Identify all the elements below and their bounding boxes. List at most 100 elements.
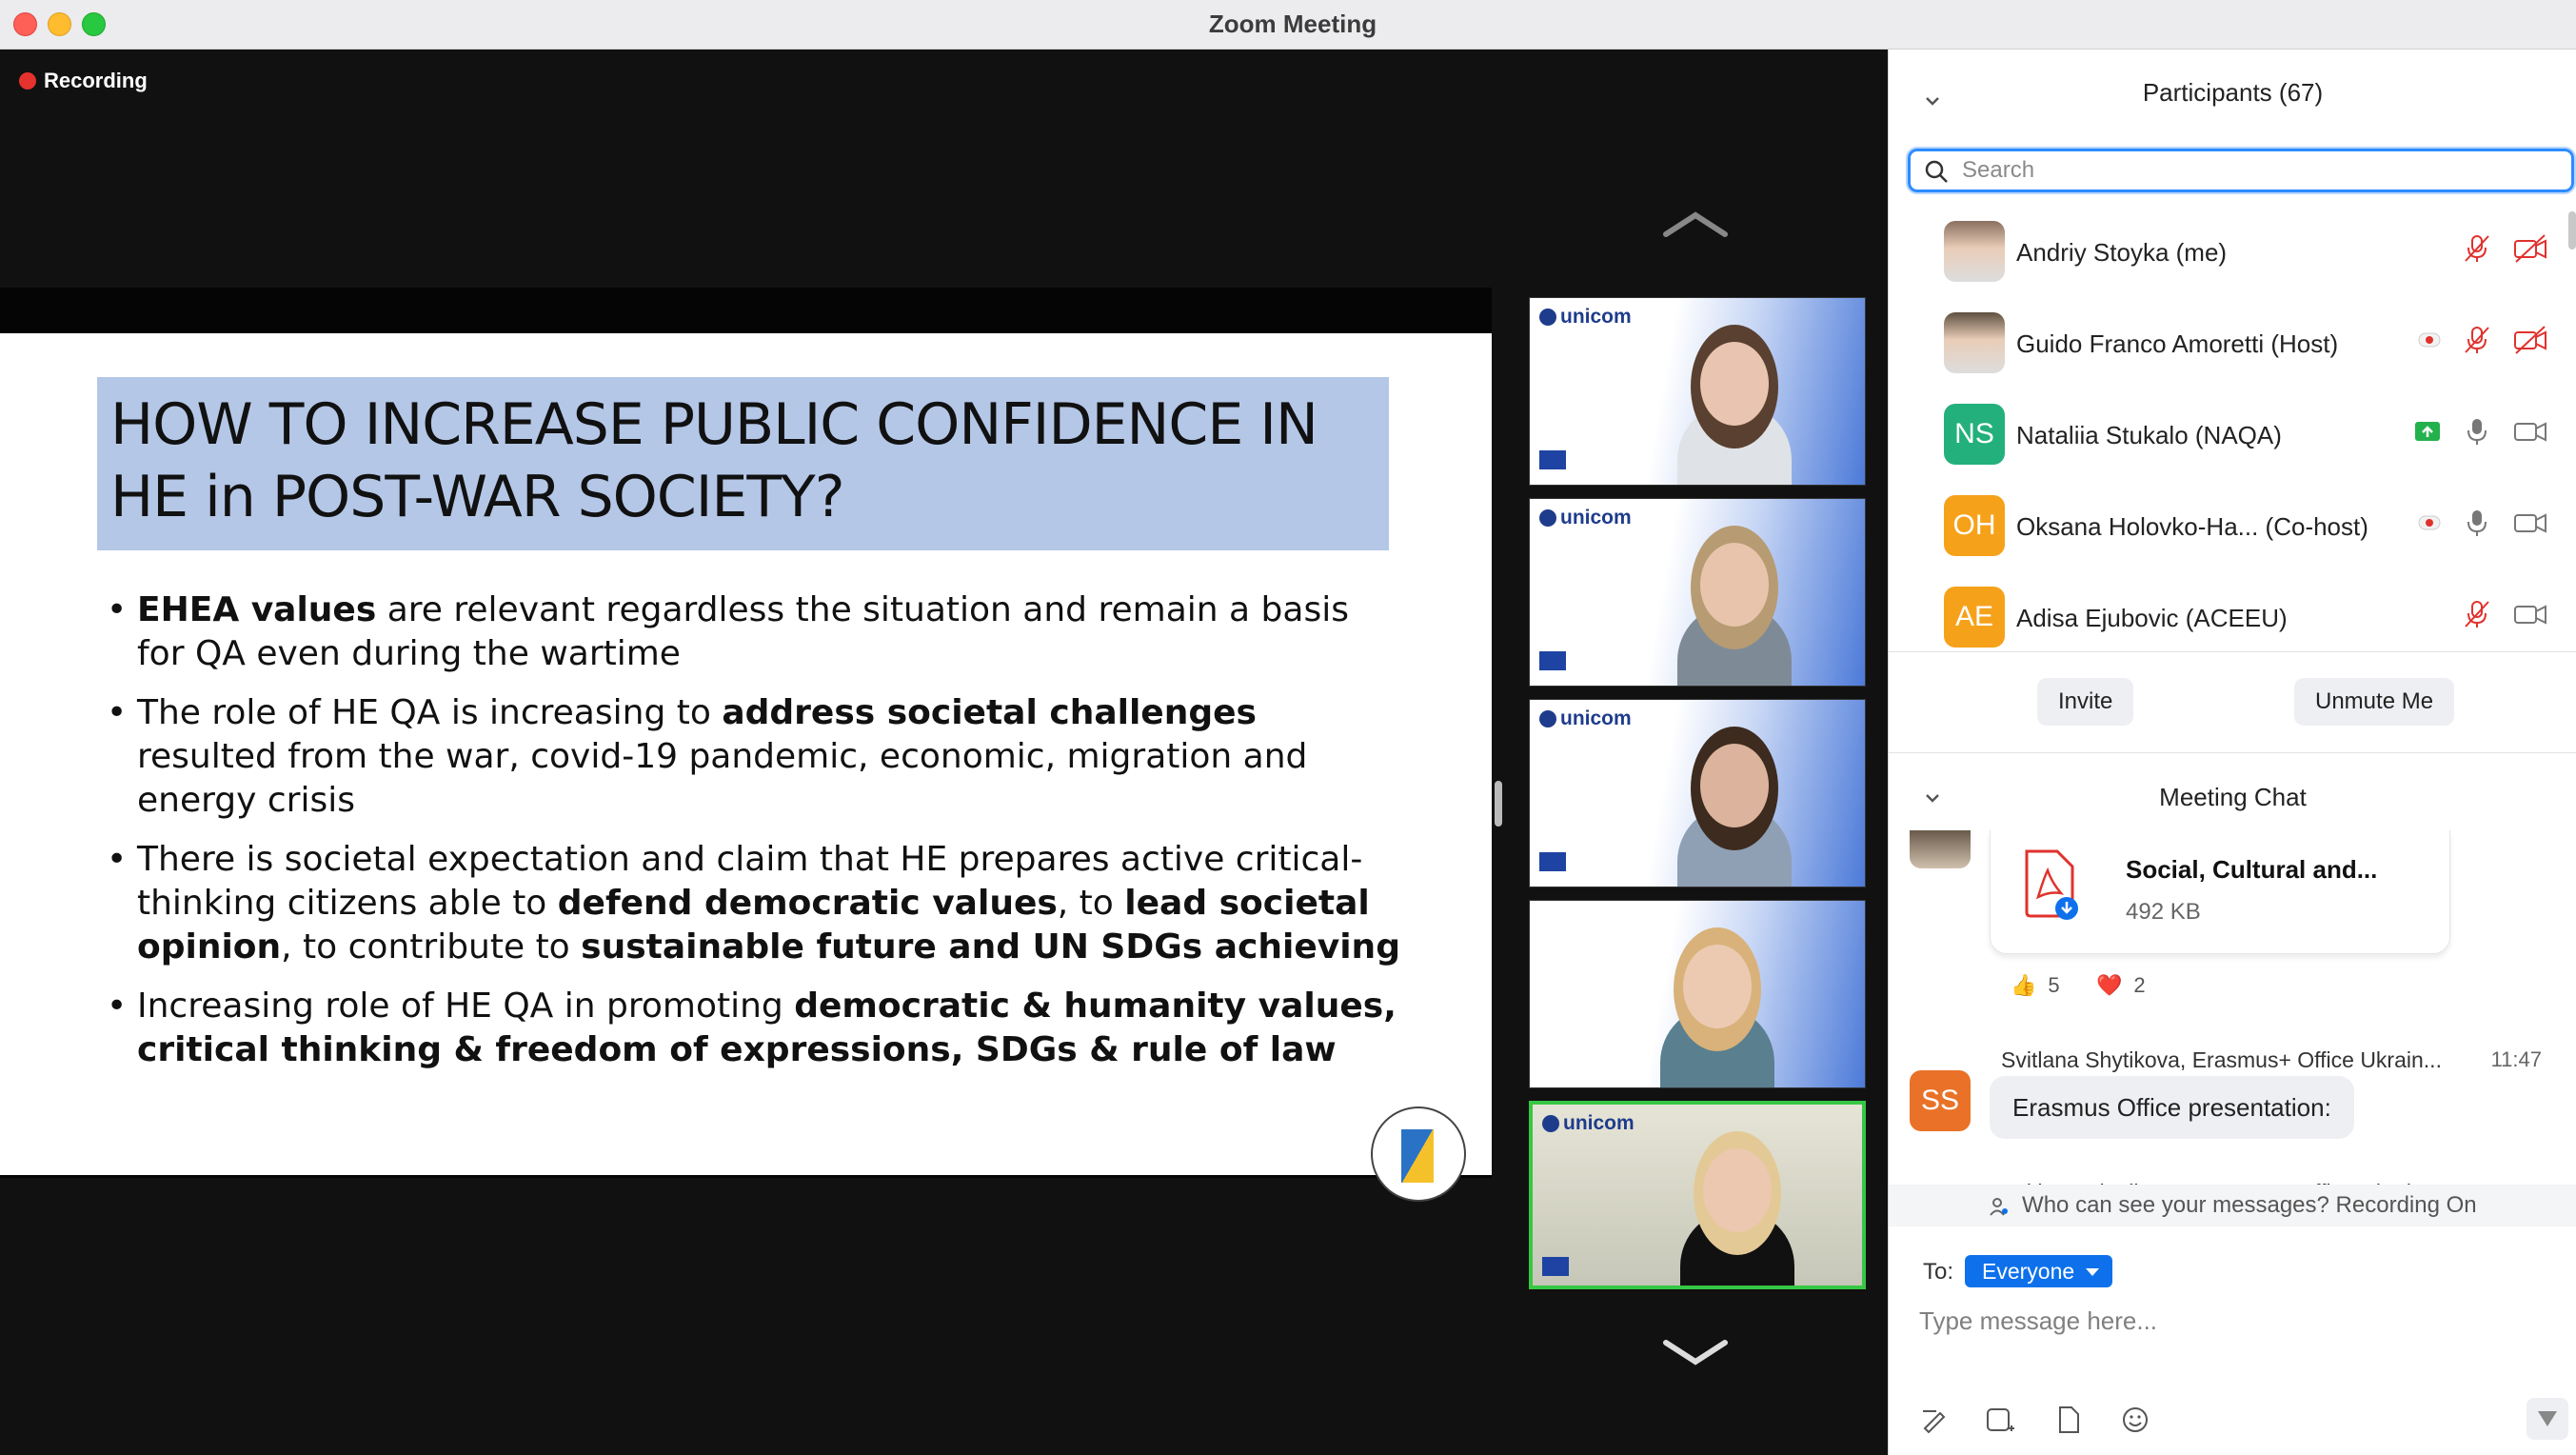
eu-flag-icon	[1539, 852, 1566, 871]
meeting-chat-title: Meeting Chat	[2159, 783, 2307, 811]
participant-row[interactable]: Andriy Stoyka (me)	[1889, 208, 2576, 299]
file-attachment-card[interactable]: Social, Cultural and... 492 KB	[1990, 830, 2450, 954]
video-camera-icon	[2512, 507, 2548, 539]
thumbs-up-reaction[interactable]: 👍 5	[2011, 973, 2060, 998]
bullet-text: , to contribute to	[281, 927, 582, 967]
participant-row[interactable]: Guido Franco Amoretti (Host)	[1889, 299, 2576, 390]
reaction-count: 5	[2048, 973, 2060, 997]
message-input[interactable]	[1919, 1297, 2547, 1345]
caret-down-icon	[2086, 1268, 2100, 1276]
eu-flag-icon	[1539, 450, 1566, 469]
naqa-seal-logo	[1371, 1106, 1466, 1202]
file-name: Social, Cultural and...	[2126, 855, 2378, 884]
slide-bullet: EHEA values are relevant regardless the …	[107, 588, 1401, 676]
participant-video-tile[interactable]	[1529, 900, 1866, 1088]
recording-label: Recording	[44, 69, 148, 92]
participant-row[interactable]: OH Oksana Holovko-Ha... (Co-host)	[1889, 482, 2576, 573]
eu-flag-icon	[1539, 651, 1566, 670]
file-size: 492 KB	[2126, 899, 2201, 925]
send-icon[interactable]	[2526, 1398, 2568, 1440]
bullet-bold-text: sustainable future and UN SDGs achieving	[581, 927, 1400, 967]
notice-text: Who can see your messages? Recording On	[2022, 1192, 2477, 1218]
unicom-logo: unicom	[1542, 1112, 1635, 1135]
recipient-dropdown[interactable]: Everyone	[1965, 1255, 2113, 1287]
side-panel: Participants (67) Andriy Stoyka (me) Guid…	[1888, 50, 2576, 1455]
search-icon	[1925, 160, 1948, 183]
person-lock-icon	[1990, 1197, 2009, 1216]
recording-icon	[2417, 330, 2442, 349]
mic-muted-icon	[2461, 324, 2493, 356]
heart-reaction[interactable]: ❤️ 2	[2096, 973, 2146, 998]
split-view-resize-handle[interactable]	[1495, 781, 1502, 827]
screen-share-icon	[2413, 420, 2442, 443]
video-off-icon	[2512, 324, 2548, 356]
video-off-icon	[2512, 232, 2548, 265]
participants-search	[1908, 149, 2574, 192]
bullet-text: resulted from the war, covid-19 pandemic…	[137, 737, 1308, 820]
mic-muted-icon	[2461, 598, 2493, 630]
slide-title: HOW TO INCREASE PUBLIC CONFIDENCE IN HE …	[110, 391, 1318, 530]
participant-name: Oksana Holovko-Ha... (Co-host)	[2016, 512, 2368, 541]
bullet-text: , to	[1057, 884, 1125, 923]
participant-face	[1683, 945, 1752, 1028]
bullet-text: Increasing role of HE QA in promoting	[137, 987, 795, 1026]
mic-icon	[2461, 507, 2493, 539]
thumbs-up-icon: 👍	[2011, 973, 2037, 997]
avatar: AE	[1944, 587, 2005, 648]
recording-indicator[interactable]: Recording	[19, 69, 148, 93]
screenshot-icon[interactable]	[1984, 1404, 2016, 1436]
invite-button[interactable]: Invite	[2037, 678, 2134, 726]
file-icon[interactable]	[2052, 1404, 2085, 1436]
message-time: 11:47	[2490, 1047, 2542, 1071]
avatar	[1944, 312, 2005, 373]
avatar	[1944, 221, 2005, 282]
mic-muted-icon	[2461, 232, 2493, 265]
participants-title: Participants (67)	[2142, 78, 2324, 107]
reaction-count: 2	[2133, 973, 2146, 997]
participant-status-icons	[2413, 415, 2548, 448]
participant-face	[1699, 744, 1769, 827]
participant-video-tile[interactable]: unicom	[1529, 498, 1866, 687]
unmute-me-button[interactable]: Unmute Me	[2294, 678, 2455, 726]
avatar: NS	[1944, 404, 2005, 465]
video-area: Recording HOW TO INCREASE PUBLIC CONFIDE…	[0, 50, 1888, 1455]
participant-video-tile[interactable]: unicom	[1529, 699, 1866, 887]
recording-icon	[2417, 513, 2442, 532]
participant-name: Adisa Ejubovic (ACEEU)	[2016, 604, 2288, 632]
video-camera-icon	[2512, 415, 2548, 448]
gallery-scroll-up-icon[interactable]	[1662, 209, 1729, 238]
slide-bullet: There is societal expectation and claim …	[107, 838, 1401, 969]
search-input[interactable]	[1962, 155, 2552, 186]
participant-name: Nataliia Stukalo (NAQA)	[2016, 421, 2282, 449]
unicom-logo: unicom	[1539, 507, 1632, 529]
participant-video-tile[interactable]: unicom	[1529, 297, 1866, 486]
eu-flag-icon	[1542, 1257, 1569, 1276]
unicom-logo: unicom	[1539, 708, 1632, 730]
participant-name: Guido Franco Amoretti (Host)	[2016, 329, 2339, 358]
bullet-text: The role of HE QA is increasing to	[137, 693, 723, 732]
chat-message[interactable]: Erasmus Office presentation:	[1990, 1076, 2354, 1139]
video-camera-icon	[2512, 598, 2548, 630]
recipient-label: To:	[1923, 1259, 1954, 1285]
divider	[1889, 651, 2576, 652]
participant-face	[1699, 342, 1769, 426]
format-text-icon[interactable]	[1919, 1404, 1952, 1436]
slide-bullet-list: EHEA values are relevant regardless the …	[107, 588, 1401, 1087]
participant-row[interactable]: NS Nataliia Stukalo (NAQA)	[1889, 390, 2576, 482]
recipient-value: Everyone	[1982, 1259, 2075, 1284]
chat-visibility-notice[interactable]: Who can see your messages? Recording On	[1889, 1185, 2576, 1226]
bullet-bold-text: address societal challenges	[722, 693, 1257, 732]
gallery-scroll-down-icon[interactable]	[1662, 1339, 1729, 1367]
participant-status-icons	[2417, 324, 2548, 356]
bullet-bold-text: EHEA values	[137, 590, 377, 629]
participant-video-tile[interactable]: unicom	[1529, 1101, 1866, 1289]
participant-status-icons	[2461, 232, 2548, 265]
recording-dot-icon	[19, 72, 36, 90]
divider	[1889, 752, 2576, 753]
slide-bullet: Increasing role of HE QA in promoting de…	[107, 985, 1401, 1072]
message-sender: Svitlana Shytikova, Erasmus+ Office Ukra…	[2001, 1047, 2442, 1072]
participant-face	[1702, 1148, 1772, 1232]
participant-face	[1699, 543, 1769, 627]
participant-name: Andriy Stoyka (me)	[2016, 238, 2228, 267]
emoji-icon[interactable]	[2119, 1404, 2151, 1436]
